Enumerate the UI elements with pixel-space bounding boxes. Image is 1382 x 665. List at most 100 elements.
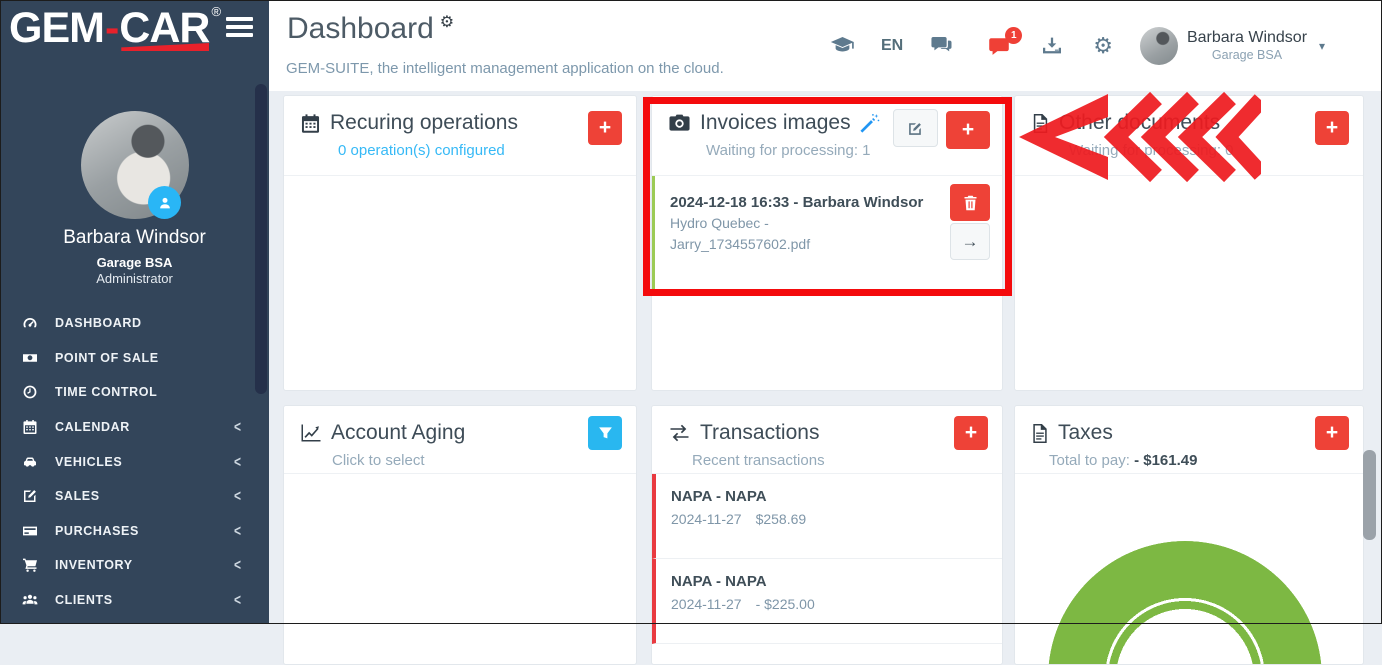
notification-badge: 1 [1005, 27, 1022, 44]
add-recurring-operation-button[interactable]: + [588, 111, 622, 145]
card-title: Other documents [1059, 111, 1220, 135]
add-transaction-button[interactable]: + [954, 416, 988, 450]
top-header: Dashboard⚙ GEM-SUITE, the intelligent ma… [269, 0, 1382, 91]
car-icon [20, 454, 40, 470]
chevron-left-icon: < [234, 522, 241, 540]
user-badge-icon[interactable] [148, 186, 181, 219]
notifications-icon[interactable]: 1 [986, 36, 1012, 56]
sidebar-item-calendar[interactable]: CALENDAR < [0, 410, 255, 445]
gear-icon[interactable]: ⚙ [1093, 35, 1113, 57]
gemcar-logo[interactable]: GEM-CAR® [9, 4, 220, 53]
sidebar-item-vehicles[interactable]: VEHICLES < [0, 444, 255, 479]
credit-card-icon [20, 523, 40, 539]
magic-wand-icon[interactable] [859, 113, 880, 134]
sidebar-item-dashboard[interactable]: DASHBOARD [0, 306, 255, 341]
taxes-total-value: - $161.49 [1134, 452, 1197, 469]
calendar-icon [300, 113, 321, 134]
transaction-list-item[interactable]: NAPA - NAPA 2024-11-27 $258.69 [652, 474, 1002, 559]
card-transactions: Transactions Recent transactions + NAPA … [651, 405, 1003, 665]
sidebar-user-org: Garage BSA [0, 255, 269, 270]
card-taxes: Taxes Total to pay: - $161.49 + [1014, 405, 1364, 665]
graduation-cap-icon[interactable] [830, 36, 855, 55]
sidebar-item-inventory[interactable]: INVENTORY < [0, 548, 255, 583]
chevron-left-icon: < [234, 453, 241, 471]
card-title: Recuring operations [330, 111, 518, 135]
header-user-name: Barbara Windsor [1187, 29, 1307, 47]
card-invoices-images: Invoices images Waiting for processing: … [651, 95, 1003, 391]
caret-down-icon[interactable]: ▾ [1319, 39, 1325, 53]
sidebar-item-label: POINT OF SALE [55, 351, 241, 365]
gauge-icon [20, 315, 40, 331]
sidebar-item-label: INVENTORY [55, 558, 234, 572]
sidebar-user-name: Barbara Windsor [0, 227, 269, 249]
logo-dash: - [105, 4, 118, 52]
chat-icon[interactable] [929, 36, 955, 55]
sidebar-item-point-of-sale[interactable]: POINT OF SALE [0, 341, 255, 376]
invoice-item-title: 2024-12-18 16:33 - Barbara Windsor [670, 192, 936, 213]
sidebar-user-role: Administrator [0, 271, 269, 286]
sidebar-menu: DASHBOARD POINT OF SALE TIME CONTROL CAL… [0, 306, 255, 617]
chevron-left-icon: < [234, 591, 241, 609]
delete-invoice-button[interactable] [950, 184, 990, 221]
card-subtitle: Recent transactions [668, 452, 986, 469]
edit-square-icon [20, 488, 40, 504]
filter-button[interactable] [588, 416, 622, 450]
sidebar-item-label: TIME CONTROL [55, 385, 241, 399]
card-recurring-operations: Recuring operations 0 operation(s) confi… [283, 95, 637, 391]
card-subtitle: Total to pay: - $161.49 [1031, 452, 1347, 469]
avatar[interactable] [1140, 27, 1178, 65]
sidebar-item-sales[interactable]: SALES < [0, 479, 255, 514]
hamburger-menu-icon[interactable] [226, 17, 253, 41]
card-title: Invoices images [700, 111, 851, 135]
sidebar-item-label: DASHBOARD [55, 316, 241, 330]
sidebar-item-purchases[interactable]: PURCHASES < [0, 514, 255, 549]
transaction-amount: - $225.00 [756, 596, 815, 612]
sidebar-item-label: PURCHASES [55, 524, 234, 538]
transaction-name: NAPA - NAPA [671, 488, 986, 505]
page-scrollbar[interactable] [1363, 450, 1376, 540]
transaction-date: 2024-11-27 [671, 596, 742, 612]
add-invoice-image-button[interactable]: + [946, 111, 990, 149]
edit-invoices-button[interactable] [893, 109, 938, 147]
card-title: Account Aging [331, 421, 465, 445]
users-icon [20, 592, 40, 608]
settings-gear-icon[interactable]: ⚙ [440, 14, 454, 31]
card-title: Taxes [1058, 421, 1113, 445]
sidebar: GEM-CAR® Barbara Windsor Garage BSA Admi… [0, 0, 269, 624]
camera-icon [668, 113, 691, 134]
user-menu[interactable]: Barbara Windsor Garage BSA [1187, 29, 1307, 62]
invoice-image-list-item[interactable]: 2024-12-18 16:33 - Barbara Windsor Hydro… [652, 176, 1002, 294]
taxes-donut-chart [1048, 541, 1322, 665]
sidebar-item-clients[interactable]: CLIENTS < [0, 583, 255, 618]
add-tax-button[interactable]: + [1315, 416, 1349, 450]
language-selector[interactable]: EN [881, 37, 903, 55]
transaction-amount: $258.69 [756, 511, 807, 527]
header-actions: EN 1 ⚙ Barbara Windsor Garage BSA ▾ [830, 0, 1325, 91]
card-subtitle: Click to select [300, 452, 620, 469]
card-account-aging: Account Aging Click to select [283, 405, 637, 665]
card-other-documents: Other documents Waiting for processing: … [1014, 95, 1364, 391]
sidebar-item-label: SALES [55, 489, 234, 503]
add-document-button[interactable]: + [1315, 111, 1349, 145]
registered-mark: ® [211, 4, 220, 19]
transaction-list-item[interactable]: NAPA - NAPA 2024-11-27- $225.00 [652, 559, 1002, 644]
sidebar-scrollbar[interactable] [255, 84, 267, 394]
logo-text-gem: GEM [9, 4, 104, 52]
calendar-icon [20, 419, 40, 435]
download-icon[interactable] [1041, 37, 1063, 55]
taxes-total-label: Total to pay: [1049, 452, 1134, 469]
card-subtitle: Waiting for processing: 0 [1031, 142, 1347, 159]
page-title: Dashboard⚙ [287, 12, 454, 46]
invoice-item-file-line1: Hydro Quebec - [670, 213, 936, 234]
transaction-date: 2024-11-27 [671, 511, 742, 527]
sidebar-item-time-control[interactable]: TIME CONTROL [0, 375, 255, 410]
person-icon [157, 195, 173, 211]
card-title: Transactions [700, 421, 819, 445]
process-invoice-button[interactable]: → [950, 223, 990, 260]
trash-icon [963, 195, 978, 211]
card-subtitle-link[interactable]: 0 operation(s) configured [300, 142, 620, 159]
cart-icon [20, 557, 40, 573]
card-subtitle: Waiting for processing: 1 [668, 142, 986, 159]
exchange-arrows-icon [668, 424, 691, 442]
chart-line-icon [300, 423, 322, 443]
